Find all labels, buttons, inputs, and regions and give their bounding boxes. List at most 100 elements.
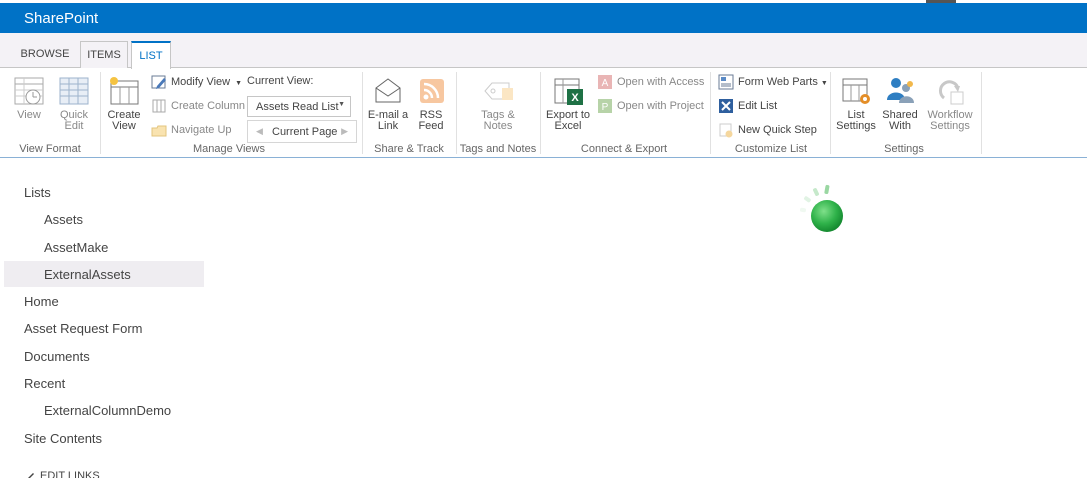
group-customize-list-label: Customize List [734,143,808,155]
edit-list-icon [719,99,733,113]
current-page-control[interactable]: ◀ Current Page ▶ [247,120,357,143]
nav-site-contents[interactable]: Site Contents [24,431,102,446]
workflow-settings-button[interactable]: Workflow Settings [925,76,975,132]
group-connect-export-label: Connect & Export [580,143,668,155]
svg-text:P: P [602,102,609,113]
tag-icon [484,82,513,100]
create-column-icon [152,99,166,113]
group-manage-views-label: Manage Views [193,143,265,155]
quick-edit-icon [59,77,89,105]
open-project-button[interactable]: P Open with Project [597,98,704,114]
group-view-format-label: View Format [19,143,81,155]
form-web-parts-button[interactable]: Form Web Parts ▼ [718,74,828,90]
tab-list[interactable]: LIST [131,41,171,69]
open-access-button[interactable]: A Open with Access [597,74,704,90]
ribbon: View Quick Edit View Format Create View [0,68,1087,158]
nav-recent[interactable]: Recent [24,376,65,391]
nav-externalassets[interactable]: ExternalAssets [44,267,131,282]
view-button[interactable]: View [10,76,48,121]
create-column-label: Create Column [171,100,245,112]
chevron-down-icon: ▼ [820,80,828,87]
rss-feed-button[interactable]: RSS Feed [414,76,448,132]
create-view-icon [110,77,139,105]
current-view-select[interactable]: Assets Read List ▼ [247,96,351,117]
list-settings-label: List Settings [836,109,876,132]
ribbon-tabs: BROWSE ITEMS LIST [0,33,1087,69]
dropdown-arrow-icon: ▼ [338,101,345,108]
export-excel-button[interactable]: X Export to Excel [545,76,591,132]
form-web-parts-label: Form Web Parts [738,76,818,88]
previous-page-icon[interactable]: ◀ [256,126,263,137]
nav-documents[interactable]: Documents [24,349,90,364]
top-strip [0,0,1087,3]
group-separator [710,72,711,154]
group-settings-label: Settings [884,143,924,155]
navigate-up-button[interactable]: Navigate Up [151,122,232,138]
nav-lists[interactable]: Lists [24,185,51,200]
navigate-up-label: Navigate Up [171,124,232,136]
modify-view-button[interactable]: Modify View ▼ [151,74,242,90]
access-icon: A [598,75,612,89]
group-share-track-label: Share & Track [374,143,444,155]
loading-spinner-icon [799,184,843,232]
tags-notes-label: Tags & Notes [481,109,515,132]
list-settings-button[interactable]: List Settings [836,76,876,132]
tab-browse[interactable]: BROWSE [14,41,76,68]
form-web-parts-icon [718,74,734,90]
group-separator [540,72,541,154]
group-separator [830,72,831,154]
quick-step-icon [719,123,733,138]
nav-assets[interactable]: Assets [44,212,83,227]
excel-icon: X [554,78,583,105]
envelope-icon [375,78,401,103]
current-view-label: Current View: [247,75,314,87]
nav-home[interactable]: Home [24,294,59,309]
edit-list-label: Edit List [738,100,778,112]
view-label: View [17,109,41,121]
new-quick-step-button[interactable]: New Quick Step [718,122,817,138]
suite-bar: SharePoint [0,0,1087,33]
modify-view-icon [151,75,166,89]
quick-edit-button[interactable]: Quick Edit [56,76,92,132]
export-excel-label: Export to Excel [545,109,591,132]
shared-with-button[interactable]: Shared With [880,76,920,132]
new-quick-step-label: New Quick Step [738,124,817,136]
tab-items[interactable]: ITEMS [80,41,128,68]
rss-icon [420,79,444,103]
create-view-button[interactable]: Create View [105,76,143,132]
nav-assetmake[interactable]: AssetMake [44,240,108,255]
edit-list-button[interactable]: Edit List [718,98,777,114]
edit-links-label: EDIT LINKS [40,470,100,478]
people-icon [887,78,914,103]
current-view-value: Assets Read List [256,101,339,113]
group-separator [456,72,457,154]
svg-text:X: X [571,92,579,104]
group-separator [362,72,363,154]
pencil-icon [28,473,34,478]
navigate-up-icon [151,125,167,137]
group-separator [100,72,101,154]
quick-edit-label: Quick Edit [59,109,89,132]
nav-externalcolumndemo[interactable]: ExternalColumnDemo [44,403,171,418]
create-column-button[interactable]: Create Column [151,98,245,114]
top-strip-handle [926,0,956,3]
rss-feed-label: RSS Feed [418,109,444,132]
open-access-label: Open with Access [617,76,705,88]
app-title[interactable]: SharePoint [24,10,98,27]
email-link-button[interactable]: E-mail a Link [367,76,409,132]
nav-asset-request-form[interactable]: Asset Request Form [24,321,143,336]
group-tags-notes-label: Tags and Notes [459,143,537,155]
shared-with-label: Shared With [882,109,918,132]
view-icon [14,77,44,105]
current-page-label: Current Page [272,126,338,138]
edit-links-button[interactable]: EDIT LINKS [24,470,100,478]
open-project-label: Open with Project [617,100,704,112]
tags-notes-button[interactable]: Tags & Notes [473,76,523,132]
chevron-down-icon: ▼ [235,80,243,87]
svg-text:A: A [602,78,609,89]
workflow-settings-label: Workflow Settings [927,109,973,132]
project-icon: P [598,99,612,113]
list-settings-icon [842,78,870,104]
next-page-icon[interactable]: ▶ [341,126,348,137]
create-view-label: Create View [107,109,141,132]
